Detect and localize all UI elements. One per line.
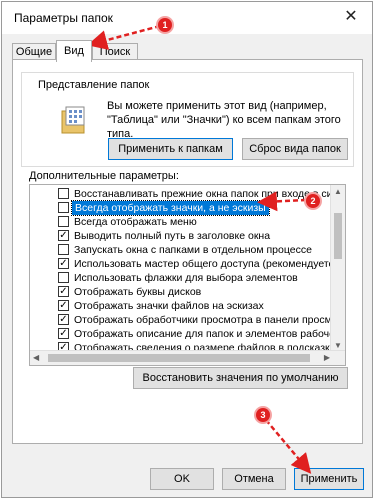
scroll-up-icon[interactable]: ▲ [334,187,342,196]
restore-defaults-button[interactable]: Восстановить значения по умолчанию [133,367,348,389]
list-item-label: Всегда отображать значки, а не эскизы [71,200,270,216]
apply-to-folders-button[interactable]: Применить к папкам [108,138,233,160]
advanced-settings-label: Дополнительные параметры: [29,170,179,182]
tab-search[interactable]: Поиск [92,43,138,60]
scroll-thumb[interactable] [48,354,310,362]
checkbox[interactable] [58,272,69,283]
reset-folders-button[interactable]: Сброс вида папок [242,138,348,160]
window-title: Параметры папок [14,11,113,25]
list-item-label: Отображать буквы дисков [74,286,202,298]
list-item-label: Использовать флажки для выбора элементов [74,272,298,284]
list-item-label: Отображать описание для папок и элементо… [74,328,346,340]
scroll-left-icon[interactable]: ◀ [33,353,39,362]
tab-strip: Общие Вид Поиск [12,40,362,62]
checkbox[interactable] [58,216,69,227]
advanced-settings-list[interactable]: Восстанавливать прежние окна папок при в… [29,184,346,366]
folder-view-description: Вы можете применить этот вид (например, … [107,100,341,140]
list-item-label: Всегда отображать меню [74,216,197,228]
checkbox[interactable]: ✓ [58,314,69,325]
folder-view-label: Представление папок [36,79,152,91]
tab-general[interactable]: Общие [12,43,56,60]
list-item-label: Запускать окна с папками в отдельном про… [74,244,312,256]
checkbox[interactable] [58,244,69,255]
annotation-badge-2: 2 [306,194,320,208]
list-item-label: Использовать мастер общего доступа (реко… [74,258,343,270]
list-item-label: Выводить полный путь в заголовке окна [74,230,271,242]
list-item-label: Отображать обработчики просмотра в панел… [74,314,346,326]
tab-view[interactable]: Вид [56,40,92,62]
checkbox[interactable] [58,188,69,199]
scroll-down-icon[interactable]: ▼ [334,341,342,350]
apply-button[interactable]: Применить [294,468,364,490]
checkbox[interactable]: ✓ [58,300,69,311]
checkbox[interactable]: ✓ [58,230,69,241]
horizontal-scrollbar[interactable]: ◀ ▶ [30,350,345,365]
close-icon[interactable]: ✕ [342,8,360,26]
scroll-right-icon[interactable]: ▶ [324,353,330,362]
folder-view-group: Представление папок Вы можете применить … [21,72,354,167]
annotation-badge-3: 3 [256,408,270,422]
folder-view-icon [61,106,85,134]
checkbox[interactable]: ✓ [58,328,69,339]
checkbox[interactable]: ✓ [58,286,69,297]
checkbox[interactable] [58,202,69,213]
annotation-badge-1: 1 [158,18,172,32]
scroll-thumb[interactable] [334,213,342,259]
view-tab-panel: Представление папок Вы можете применить … [12,59,363,444]
folder-options-dialog: Параметры папок ✕ Общие Вид Поиск Предст… [1,1,373,498]
list-item-label: Отображать значки файлов на эскизах [74,300,264,312]
cancel-button[interactable]: Отмена [222,468,286,490]
checkbox[interactable]: ✓ [58,258,69,269]
vertical-scrollbar[interactable]: ▲ ▼ [330,185,345,352]
ok-button[interactable]: OK [150,468,214,490]
title-bar: Параметры папок ✕ [2,2,372,34]
